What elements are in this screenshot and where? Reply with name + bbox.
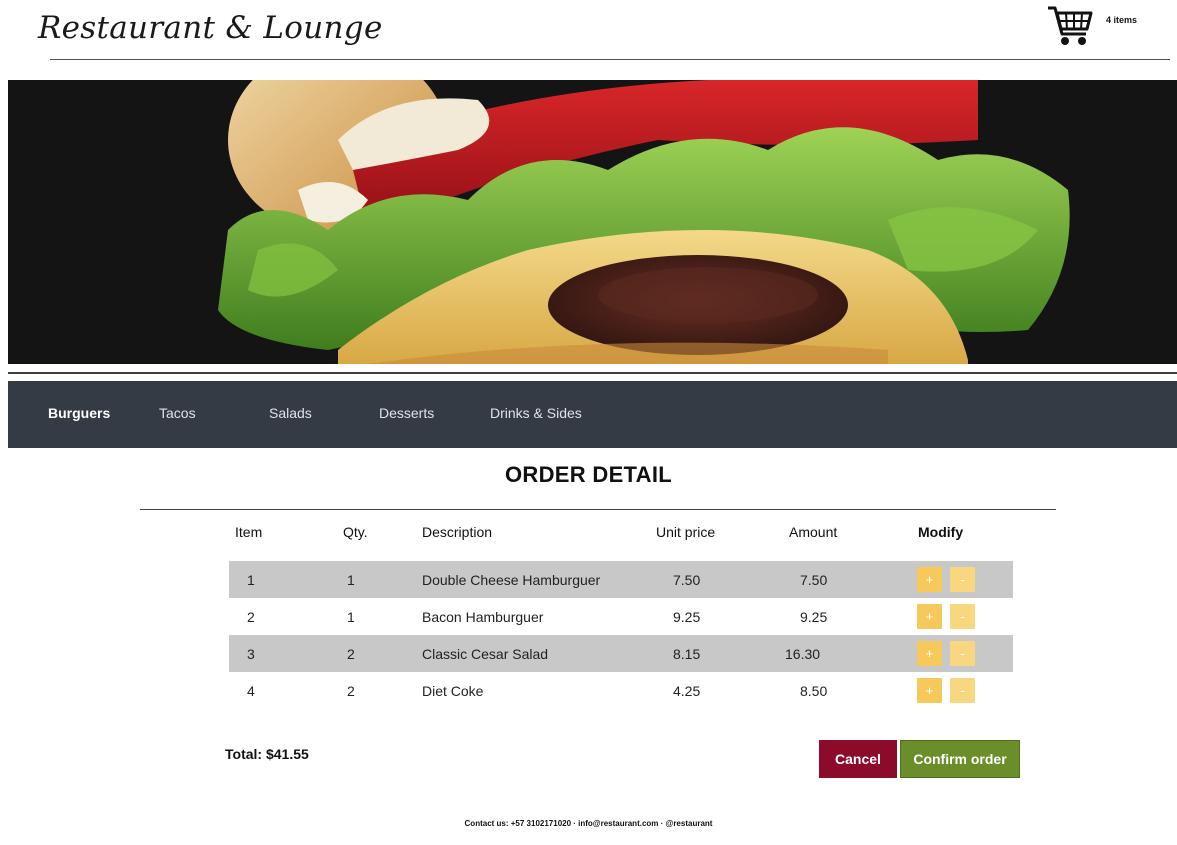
nav-item-desserts[interactable]: Desserts xyxy=(379,405,434,421)
row-item: 3 xyxy=(247,646,255,662)
increase-qty-button[interactable]: + xyxy=(917,641,942,666)
row-unit-price: 7.50 xyxy=(673,572,701,588)
row-unit-price: 4.25 xyxy=(673,683,701,699)
row-item: 1 xyxy=(247,572,255,588)
row-amount: 16.30 xyxy=(785,646,821,662)
row-qty: 2 xyxy=(347,683,355,699)
decrease-qty-button[interactable]: - xyxy=(950,641,975,666)
row-item: 4 xyxy=(247,683,255,699)
nav-item-tacos[interactable]: Tacos xyxy=(159,405,196,421)
order-total: Total: $41.55 xyxy=(225,746,309,762)
cancel-button[interactable]: Cancel xyxy=(819,740,897,778)
nav-item-salads[interactable]: Salads xyxy=(269,405,312,421)
row-unit-price: 8.15 xyxy=(673,646,701,662)
row-qty: 2 xyxy=(347,646,355,662)
column-header-modify: Modify xyxy=(918,524,964,540)
row-qty: 1 xyxy=(347,572,355,588)
title-divider xyxy=(140,509,1056,510)
row-amount: 8.50 xyxy=(800,683,828,699)
column-header-description: Description xyxy=(422,524,493,540)
row-amount: 7.50 xyxy=(800,572,828,588)
decrease-qty-button[interactable]: - xyxy=(950,604,975,629)
table-row: 3 2 Classic Cesar Salad 8.15 16.30 + - xyxy=(229,635,1013,672)
nav-item-burguers[interactable]: Burguers xyxy=(48,405,110,421)
hero-divider xyxy=(8,372,1177,374)
table-row: 2 1 Bacon Hamburguer 9.25 9.25 + - xyxy=(229,598,1013,635)
column-header-amount: Amount xyxy=(789,524,838,540)
column-header-unit-price: Unit price xyxy=(656,524,716,540)
site-header: Restaurant & Lounge 4 items xyxy=(0,0,1177,80)
row-amount: 9.25 xyxy=(800,609,828,625)
brand-logo[interactable]: Restaurant & Lounge xyxy=(38,10,383,46)
row-description: Classic Cesar Salad xyxy=(422,646,549,662)
column-header-item: Item xyxy=(235,524,263,540)
nav-item-drinks-sides[interactable]: Drinks & Sides xyxy=(490,405,582,421)
table-row: 4 2 Diet Coke 4.25 8.50 + - xyxy=(229,672,1013,709)
row-description: Diet Coke xyxy=(422,683,484,699)
category-nav: Burguers Tacos Salads Desserts Drinks & … xyxy=(8,381,1177,448)
increase-qty-button[interactable]: + xyxy=(917,604,942,629)
shopping-cart-icon[interactable] xyxy=(1046,4,1094,48)
row-unit-price: 9.25 xyxy=(673,609,701,625)
row-description: Bacon Hamburguer xyxy=(422,609,544,625)
row-description: Double Cheese Hamburguer xyxy=(422,572,601,588)
confirm-order-button[interactable]: Confirm order xyxy=(900,740,1020,778)
cart-item-count: 4 items xyxy=(1106,15,1138,25)
row-item: 2 xyxy=(247,609,255,625)
decrease-qty-button[interactable]: - xyxy=(950,567,975,592)
column-header-qty: Qty. xyxy=(343,524,368,540)
table-row: 1 1 Double Cheese Hamburguer 7.50 7.50 +… xyxy=(229,561,1013,598)
hero-burger-image xyxy=(8,80,1177,364)
decrease-qty-button[interactable]: - xyxy=(950,678,975,703)
increase-qty-button[interactable]: + xyxy=(917,567,942,592)
page-title: ORDER DETAIL xyxy=(505,462,672,487)
footer-contact: Contact us: +57 3102171020 · info@restau… xyxy=(464,819,713,828)
header-divider xyxy=(50,59,1170,60)
increase-qty-button[interactable]: + xyxy=(917,678,942,703)
row-qty: 1 xyxy=(347,609,355,625)
